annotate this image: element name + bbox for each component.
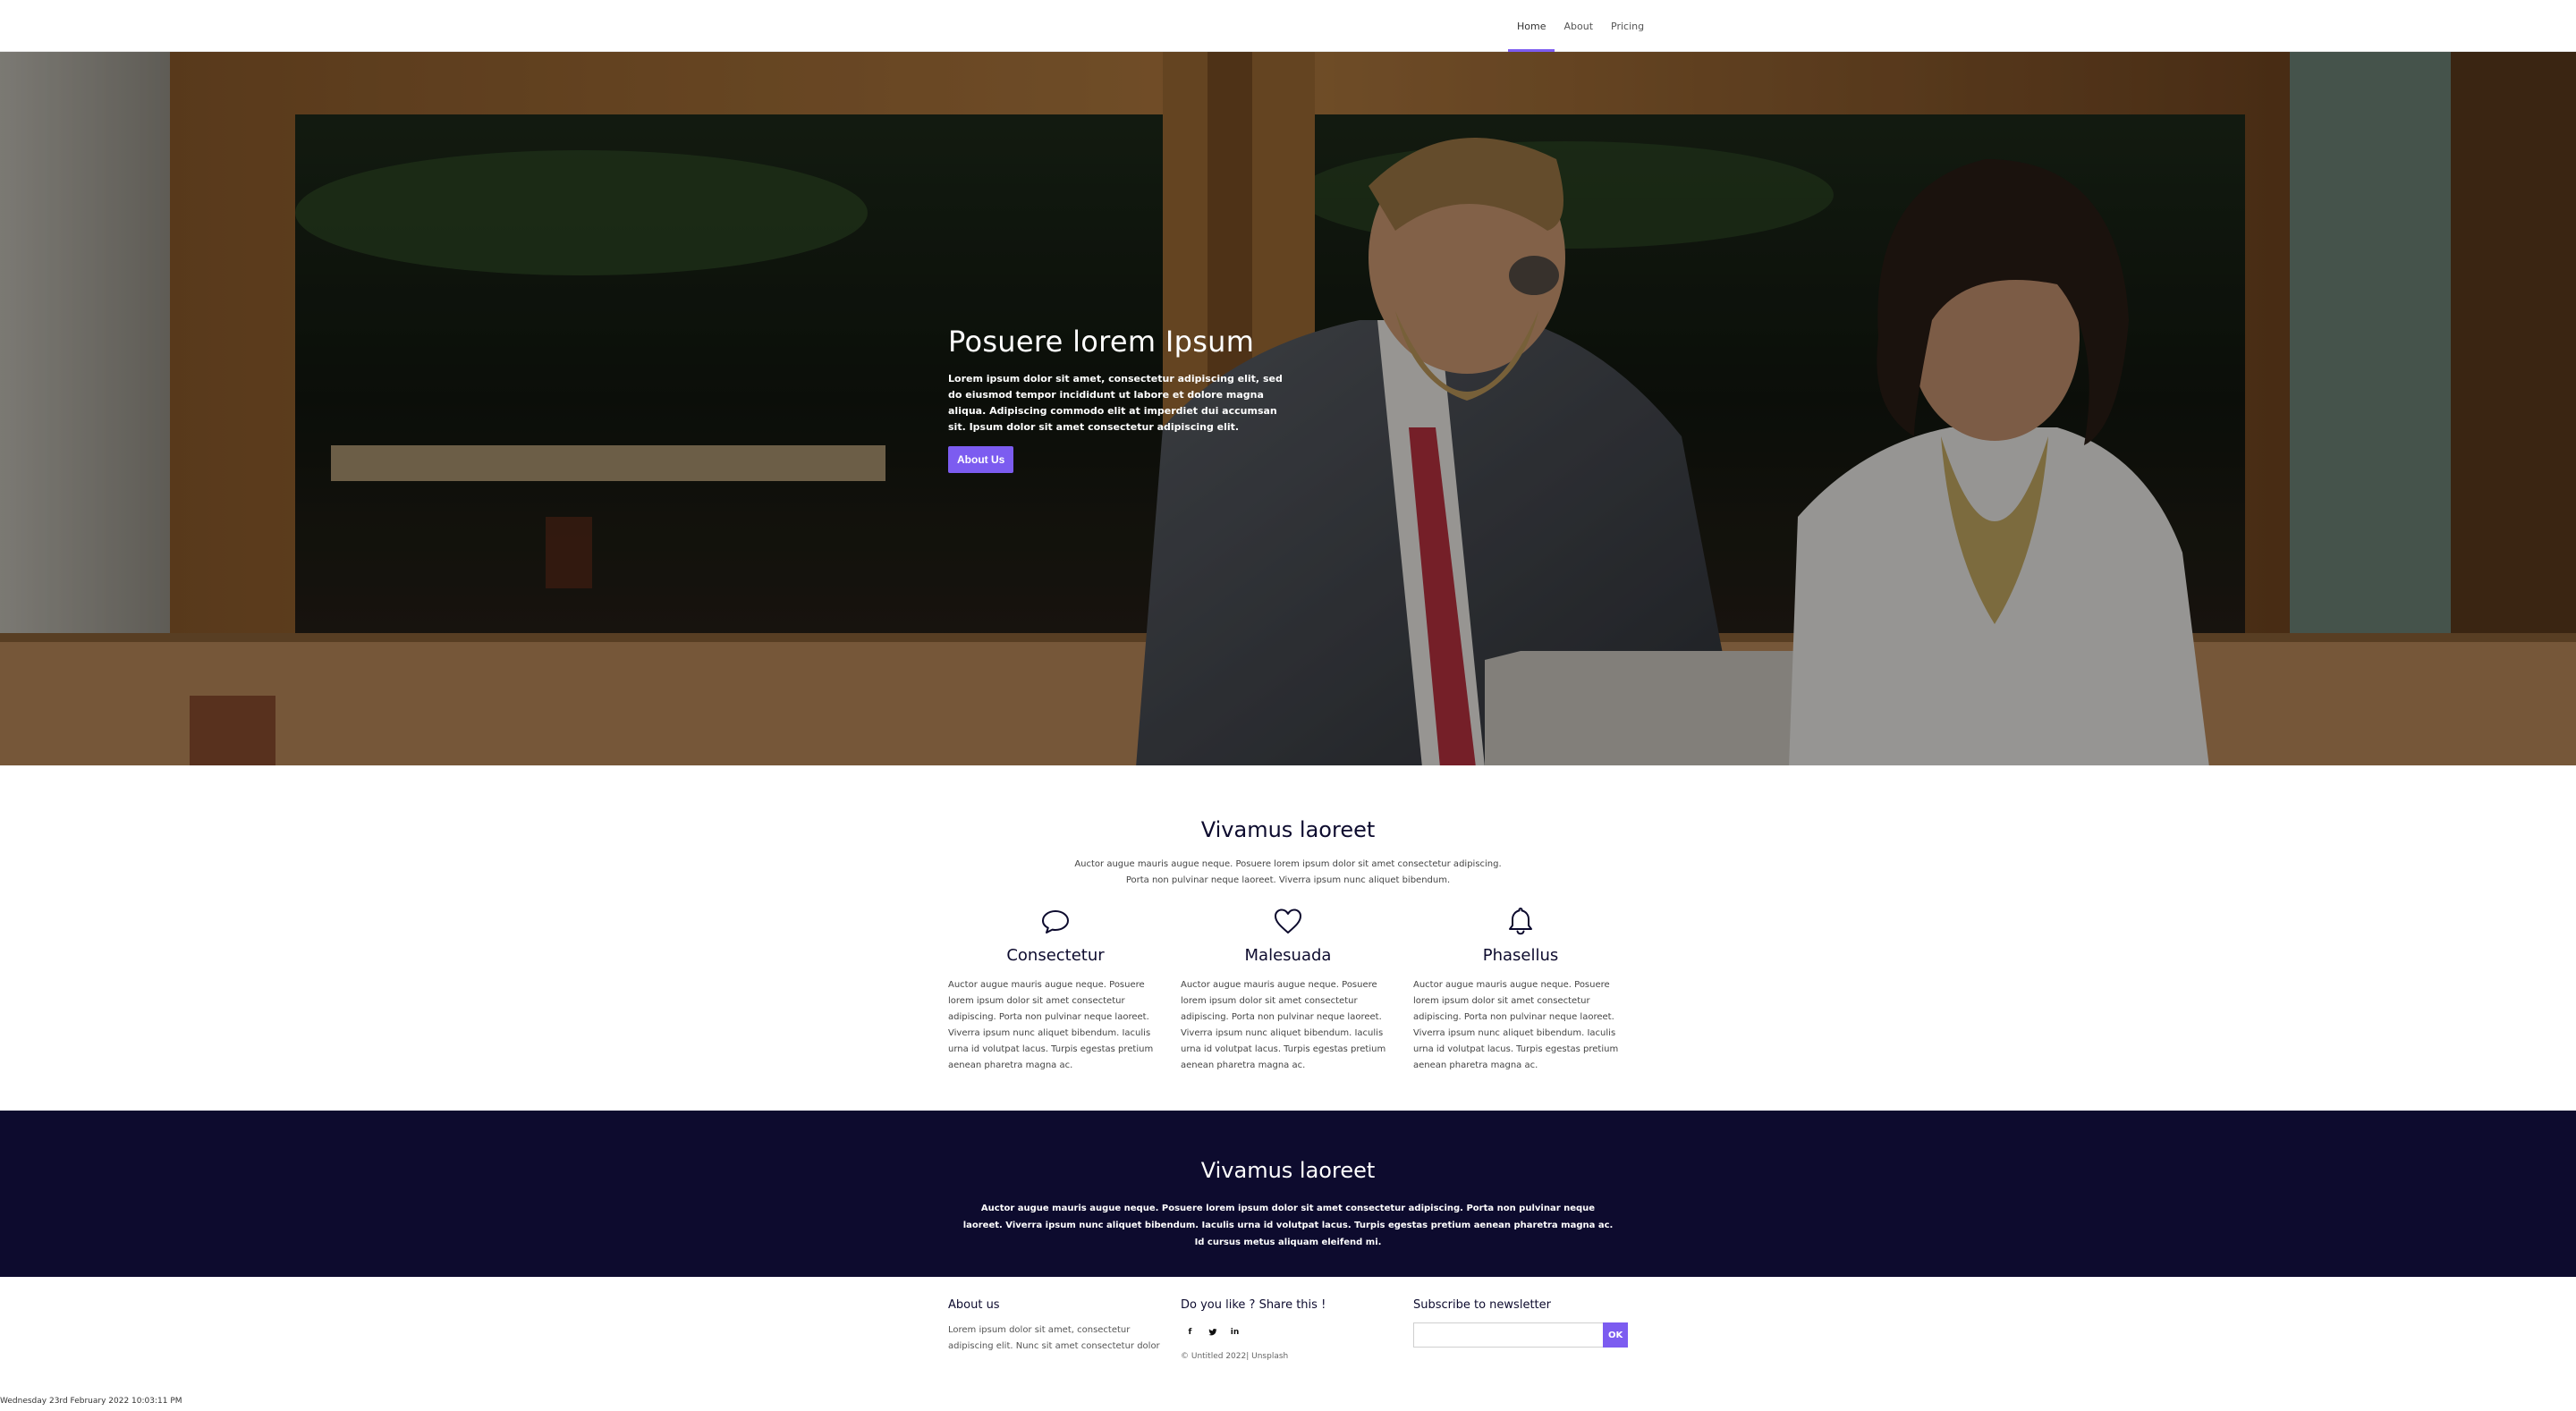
feature-title: Malesuada [1244, 946, 1332, 965]
newsletter-form: OK [1413, 1322, 1628, 1348]
social-links: f in [1181, 1322, 1395, 1341]
band-text: Auctor augue mauris augue neque. Posuere… [962, 1204, 1614, 1247]
about-us-button[interactable]: About Us [948, 446, 1014, 473]
hero-text: Lorem ipsum dolor sit amet, consectetur … [948, 373, 1283, 433]
nav-item-about[interactable]: About [1555, 0, 1602, 52]
hero-content: Posuere lorem Ipsum Lorem ipsum dolor si… [948, 325, 1324, 473]
footer-share-heading: Do you like ? Share this ! [1181, 1298, 1326, 1312]
features-title: Vivamus laoreet [1200, 817, 1376, 842]
bell-icon [1509, 908, 1532, 935]
feature-text: Auctor augue mauris augue neque. Posuere… [1413, 980, 1619, 1070]
footer-about-heading: About us [948, 1298, 1000, 1312]
band-title: Vivamus laoreet [1200, 1158, 1376, 1183]
copyright-text: © Untitled 2022| Unsplash [1181, 1352, 1289, 1361]
newsletter-ok-button[interactable]: OK [1603, 1322, 1628, 1348]
linkedin-icon[interactable]: in [1225, 1322, 1244, 1341]
footer-newsletter: Subscribe to newsletter OK [1413, 1298, 1628, 1348]
feature-text: Auctor augue mauris augue neque. Posuere… [1181, 980, 1386, 1070]
nav-item-home[interactable]: Home [1508, 0, 1555, 52]
feature-text: Auctor augue mauris augue neque. Posuere… [948, 980, 1154, 1070]
chat-bubble-icon [1042, 910, 1069, 934]
feature-card-phasellus: Phasellus Auctor augue mauris augue nequ… [1413, 905, 1628, 1074]
hero-section: Posuere lorem Ipsum Lorem ipsum dolor si… [0, 52, 2576, 765]
highlight-band: Vivamus laoreet Auctor augue mauris augu… [0, 1111, 2576, 1277]
heart-icon [1275, 908, 1301, 934]
top-navbar: Home About Pricing [0, 0, 2576, 52]
feature-card-malesuada: Malesuada Auctor augue mauris augue nequ… [1181, 905, 1395, 1074]
footer-about: About us Lorem ipsum dolor sit amet, con… [948, 1298, 1163, 1355]
newsletter-email-input[interactable] [1413, 1322, 1603, 1348]
timestamp: Wednesday 23rd February 2022 10:03:11 PM [0, 1397, 182, 1406]
twitter-icon[interactable] [1203, 1322, 1222, 1341]
features-subtitle: Auctor augue mauris augue neque. Posuere… [1074, 859, 1502, 885]
footer-share: Do you like ? Share this ! f in © Untitl… [1181, 1298, 1395, 1361]
nav-menu: Home About Pricing [1508, 0, 1653, 52]
hero-title: Posuere lorem Ipsum [948, 325, 1255, 359]
facebook-icon[interactable]: f [1181, 1322, 1199, 1341]
newsletter-heading: Subscribe to newsletter [1413, 1298, 1551, 1312]
nav-item-pricing[interactable]: Pricing [1602, 0, 1653, 52]
footer-about-text: Lorem ipsum dolor sit amet, consectetur … [948, 1325, 1160, 1351]
feature-title: Consectetur [1006, 946, 1105, 965]
feature-card-consectetur: Consectetur Auctor augue mauris augue ne… [948, 905, 1163, 1074]
feature-title: Phasellus [1482, 946, 1559, 965]
